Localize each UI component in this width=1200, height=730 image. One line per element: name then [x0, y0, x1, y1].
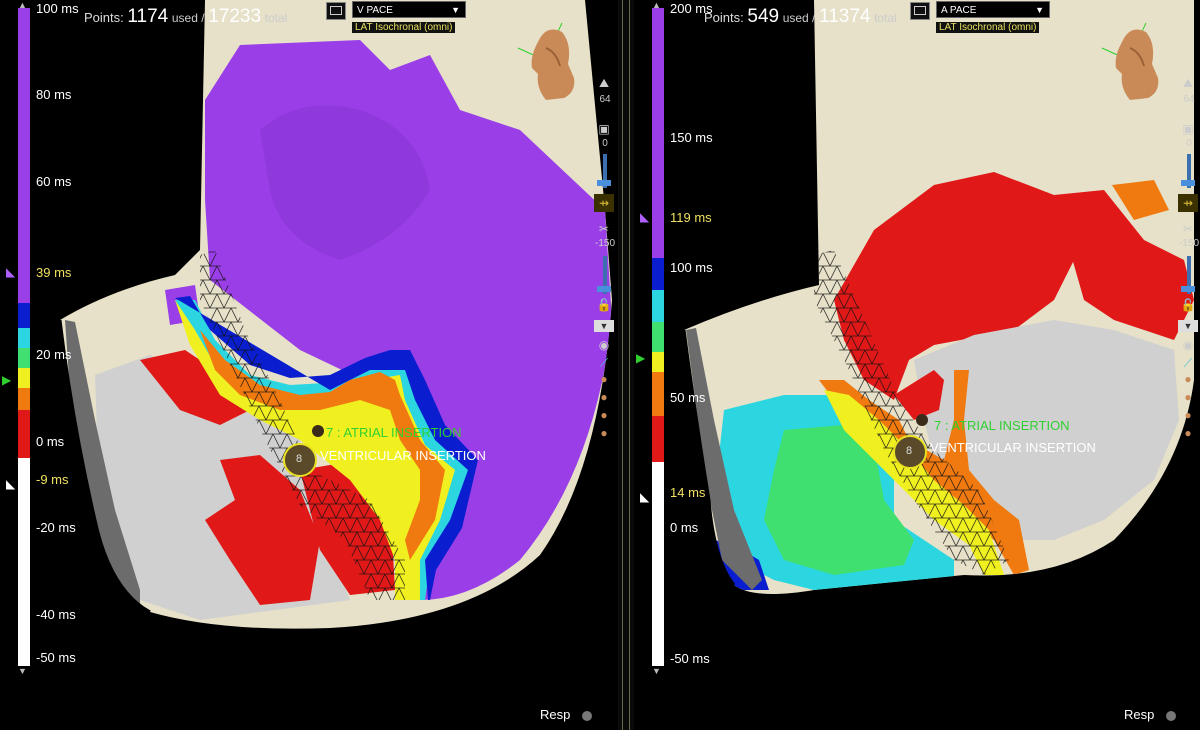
resp-indicator[interactable] — [1166, 711, 1176, 721]
midpoint-arrow-icon[interactable]: ▶ — [636, 351, 645, 365]
scale-tick-threshold-high: 119 ms — [670, 210, 712, 225]
slider-value-top: 0 — [602, 138, 608, 149]
opacity-icon[interactable]: ▣ — [1178, 120, 1198, 138]
visibility-icon[interactable]: ◉ — [1178, 336, 1198, 354]
scale-tick: -50 ms — [36, 650, 76, 665]
upper-threshold-flag-icon[interactable]: ◣ — [6, 265, 15, 279]
view-pa-icon[interactable]: ● — [594, 388, 614, 406]
visibility-icon[interactable]: ◉ — [594, 336, 614, 354]
view-mode-button[interactable] — [326, 2, 346, 20]
map-subtitle: LAT Isochronal (omni) — [352, 22, 456, 33]
view-rao-icon[interactable]: ● — [1178, 424, 1198, 442]
opacity-slider-knob[interactable] — [1181, 180, 1195, 186]
left-map-pane[interactable]: ▲ ▼ 100 ms 80 ms 60 ms 39 ms 20 ms 0 ms … — [0, 0, 618, 730]
right-color-scale[interactable] — [652, 8, 664, 666]
slider-value-top: 0 — [1186, 138, 1192, 149]
view-lao-icon[interactable]: ● — [1178, 406, 1198, 424]
view-ap-icon[interactable]: ● — [594, 370, 614, 388]
opacity-slider-knob[interactable] — [597, 180, 611, 186]
point-7-marker — [312, 425, 324, 437]
left-color-scale[interactable] — [18, 8, 30, 666]
scale-tick: 0 ms — [36, 434, 65, 449]
map-select-dropdown[interactable]: V PACE ▼ — [352, 1, 466, 18]
right-map-pane[interactable]: ▲ ▼ 200 ms 150 ms 119 ms 100 ms 50 ms 14… — [634, 0, 1200, 730]
resp-label: Resp — [540, 707, 571, 722]
collapse-tools-icon[interactable]: ▼ — [594, 320, 614, 332]
view-rao-icon[interactable]: ● — [594, 424, 614, 442]
clip-slider-knob[interactable] — [1181, 286, 1195, 292]
left-anatomy-map[interactable] — [0, 0, 618, 730]
scale-tick: -50 ms — [670, 651, 710, 666]
highlight-tool-icon[interactable]: ⇸ — [594, 194, 614, 212]
terrain-value: 64 — [599, 94, 611, 105]
point-number-label[interactable]: 8 — [296, 453, 302, 465]
point-number-label[interactable]: 8 — [906, 445, 912, 457]
view-mode-button[interactable] — [910, 2, 930, 20]
clip-slider-knob[interactable] — [597, 286, 611, 292]
scale-tick: 80 ms — [36, 87, 72, 102]
chevron-down-icon: ▼ — [451, 5, 460, 15]
ventricular-insertion-label[interactable]: VENTRICULAR INSERTION — [930, 440, 1096, 455]
scale-top-label: 100 ms — [36, 1, 79, 16]
scale-tick: 0 ms — [670, 520, 699, 535]
resp-label: Resp — [1124, 707, 1155, 722]
lock-icon[interactable]: 🔓 — [594, 296, 614, 314]
opacity-icon[interactable]: ▣ — [594, 120, 614, 138]
chevron-down-icon: ▼ — [1035, 5, 1044, 15]
slider-value-bottom: -150 — [594, 238, 615, 249]
scale-tick-threshold-high: 39 ms — [36, 265, 72, 280]
points-counter: Points: 549 used / 11374 total — [704, 6, 897, 27]
torso-orientation-icon[interactable] — [1100, 18, 1166, 102]
resp-indicator[interactable] — [582, 711, 592, 721]
midpoint-arrow-icon[interactable]: ▶ — [2, 373, 11, 387]
scale-tick: 150 ms — [670, 130, 713, 145]
map-subtitle: LAT Isochronal (omni) — [936, 22, 1040, 33]
scale-tick: 100 ms — [670, 260, 713, 275]
atrial-insertion-label[interactable]: 7 : ATRIAL INSERTION — [934, 418, 1070, 433]
point-7-marker — [916, 414, 928, 426]
pane-divider[interactable] — [618, 0, 634, 730]
view-ap-icon[interactable]: ● — [1178, 370, 1198, 388]
scale-down-arrow[interactable]: ▼ — [652, 666, 661, 676]
map-select-dropdown[interactable]: A PACE ▼ — [936, 1, 1050, 18]
scale-tick: 50 ms — [670, 390, 706, 405]
scale-tick: 60 ms — [36, 174, 72, 189]
scissors-icon[interactable]: ✂ — [594, 220, 614, 238]
right-anatomy-map[interactable] — [634, 0, 1200, 730]
scale-tick-threshold-low: 14 ms — [670, 485, 706, 500]
scale-tick: -20 ms — [36, 520, 76, 535]
lower-threshold-flag-icon[interactable]: ◣ — [640, 490, 649, 504]
slider-value-bottom: -150 — [1178, 238, 1199, 249]
atrial-insertion-label[interactable]: 7 : ATRIAL INSERTION — [326, 425, 462, 440]
terrain-value: 64 — [1183, 94, 1195, 105]
scale-tick: 20 ms — [36, 347, 72, 362]
ventricular-insertion-label[interactable]: VENTRICULAR INSERTION — [320, 448, 486, 463]
terrain-icon[interactable]: ⛰ — [1178, 74, 1198, 92]
terrain-icon[interactable]: ⛰ — [594, 74, 614, 92]
lower-threshold-flag-icon[interactable]: ◣ — [6, 477, 15, 491]
collapse-tools-icon[interactable]: ▼ — [1178, 320, 1198, 332]
view-pa-icon[interactable]: ● — [1178, 388, 1198, 406]
view-lao-icon[interactable]: ● — [594, 406, 614, 424]
upper-threshold-flag-icon[interactable]: ◣ — [640, 210, 649, 224]
lock-icon[interactable]: 🔓 — [1178, 296, 1198, 314]
highlight-tool-icon[interactable]: ⇸ — [1178, 194, 1198, 212]
scale-tick-threshold-low: -9 ms — [36, 472, 69, 487]
torso-orientation-icon[interactable] — [516, 18, 582, 102]
scale-tick: -40 ms — [36, 607, 76, 622]
scale-down-arrow[interactable]: ▼ — [18, 666, 27, 676]
points-counter: Points: 1174 used / 17233 total — [84, 6, 288, 27]
scissors-icon[interactable]: ✂ — [1178, 220, 1198, 238]
